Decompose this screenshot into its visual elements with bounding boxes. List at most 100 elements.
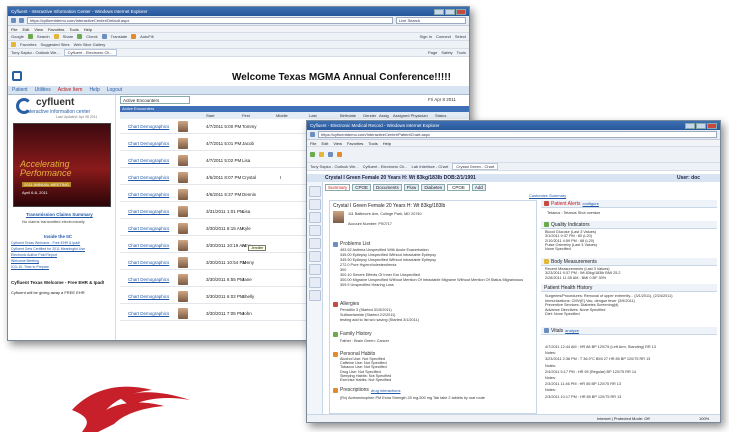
front-search-icon[interactable]: [310, 152, 315, 157]
front-tab-crystal[interactable]: Crystal Green - Chart: [452, 163, 499, 170]
rx-icon[interactable]: [308, 225, 321, 236]
zoom-level[interactable]: 100%: [699, 415, 709, 422]
url-input[interactable]: https://cyfluentdemo.com/InteractiveCent…: [27, 17, 393, 24]
close-button[interactable]: [456, 8, 466, 15]
tab-flow[interactable]: Flow: [403, 184, 420, 191]
inside-link-5[interactable]: ICD-10, Time to Prepare: [11, 265, 49, 269]
welcome-post-title[interactable]: Cyfluent Texas Welcome - Free EHR & Ipad…: [11, 280, 104, 285]
front-tab-cyfluent[interactable]: Cyfluent - Electronic Cli...: [363, 164, 408, 169]
toolbar-autofill[interactable]: AutoFill: [140, 34, 153, 39]
col-last[interactable]: Last: [309, 113, 317, 118]
add-button[interactable]: Add: [471, 184, 486, 191]
front-menu-view[interactable]: View: [333, 141, 342, 146]
front-translate-icon[interactable]: [328, 152, 333, 157]
front-menu-help[interactable]: Help: [383, 141, 391, 146]
front-maximize-button[interactable]: [696, 122, 706, 129]
menu-edit[interactable]: Edit: [22, 27, 29, 32]
analyze-link[interactable]: analyze: [565, 328, 579, 333]
col-physician[interactable]: Assigned Physician: [393, 113, 428, 118]
front-share-icon[interactable]: [319, 152, 324, 157]
back-arrow-icon[interactable]: [11, 18, 16, 23]
tab-select[interactable]: CPOE: [447, 184, 470, 191]
toolbar-signin[interactable]: Sign In: [420, 34, 432, 39]
maximize-button[interactable]: [445, 8, 455, 15]
toolbar-share[interactable]: Share: [63, 34, 74, 39]
check-icon[interactable]: [77, 34, 83, 39]
front-minimize-button[interactable]: [685, 122, 695, 129]
suggested-sites-link[interactable]: Suggested Sites: [40, 42, 69, 47]
col-middle[interactable]: Middle: [276, 113, 288, 118]
nav-logout[interactable]: Logout: [107, 87, 122, 93]
inside-link-2[interactable]: Cyfluent Gets Certified for 2011 Meaning…: [11, 247, 85, 251]
toolbar-check[interactable]: Check: [86, 34, 97, 39]
row-demographics-link[interactable]: Chart Demographics: [128, 277, 169, 282]
col-start[interactable]: Start: [206, 113, 214, 118]
search-input[interactable]: Live Search: [396, 17, 466, 24]
tab-documents[interactable]: Documents: [373, 184, 402, 191]
inside-link-4[interactable]: Welcome Meeting: [11, 259, 39, 263]
settings-icon[interactable]: [308, 290, 321, 301]
front-window-titlebar[interactable]: Cyfluent - Electronic Medical Record - W…: [307, 121, 720, 130]
inside-link-1[interactable]: Cyfluent Texas Welcome - Free EHR & Ipad…: [11, 241, 80, 245]
conference-promo-image[interactable]: Accelerating Performance 2011 ANNUAL MEE…: [13, 123, 111, 207]
star-icon[interactable]: [11, 42, 16, 47]
cmd-tools[interactable]: Tools: [457, 50, 466, 55]
nav-help[interactable]: Help: [89, 87, 99, 93]
toolbar-select[interactable]: Select: [455, 34, 466, 39]
row-demographics-link[interactable]: Chart Demographics: [128, 192, 169, 197]
autofill-icon[interactable]: [131, 34, 137, 39]
front-tab-outlook[interactable]: Tony Sapko - Outlook We...: [310, 164, 359, 169]
tab-diabetes[interactable]: Diabetes: [421, 184, 446, 191]
tab-cyfluent[interactable]: Cyfluent - Electronic Cli...: [63, 49, 117, 56]
tab-outlook[interactable]: Tony Sapko - Outlook We...: [11, 50, 60, 55]
share-icon[interactable]: [53, 34, 59, 39]
nav-utilities[interactable]: Utilities: [35, 87, 51, 93]
customize-summary-link[interactable]: Customize Summary: [529, 193, 566, 198]
menu-view[interactable]: View: [34, 27, 43, 32]
front-url-input[interactable]: https://cyfluentdemo.com/InteractiveCent…: [318, 131, 717, 138]
row-demographics-link[interactable]: Chart Demographics: [128, 226, 169, 231]
menu-tools[interactable]: Tools: [69, 27, 78, 32]
toolbar-google[interactable]: Google: [11, 34, 24, 39]
message-icon[interactable]: [308, 264, 321, 275]
row-demographics-link[interactable]: Chart Demographics: [128, 243, 169, 248]
col-birthdate[interactable]: Birthdate: [340, 113, 356, 118]
forward-arrow-icon[interactable]: [19, 18, 24, 23]
toolbar-connect[interactable]: Connect: [436, 34, 451, 39]
row-demographics-link[interactable]: Chart Demographics: [128, 294, 169, 299]
search-icon[interactable]: [27, 34, 33, 39]
col-first[interactable]: First: [242, 113, 250, 118]
back-window-titlebar[interactable]: Cyfluent - Interactive Information Cente…: [8, 7, 469, 16]
calendar-icon[interactable]: [308, 199, 321, 210]
row-demographics-link[interactable]: Chart Demographics: [128, 209, 169, 214]
toolbar-search[interactable]: Search: [37, 34, 50, 39]
row-demographics-link[interactable]: Chart Demographics: [128, 141, 169, 146]
toolbar-translate[interactable]: Translate: [111, 34, 128, 39]
nav-patient[interactable]: Patient: [12, 87, 28, 93]
claims-summary-title[interactable]: Transmission Claims Summary: [26, 212, 93, 217]
row-demographics-link[interactable]: Chart Demographics: [128, 260, 169, 265]
menu-file[interactable]: File: [11, 27, 17, 32]
col-status[interactable]: Status: [435, 113, 446, 118]
front-close-button[interactable]: [707, 122, 717, 129]
chart-icon[interactable]: [308, 212, 321, 223]
front-autofill-icon[interactable]: [337, 152, 342, 157]
minimize-button[interactable]: [434, 8, 444, 15]
cmd-page[interactable]: Page: [428, 50, 437, 55]
nav-active-item[interactable]: Active Item: [58, 87, 83, 93]
cmd-safety[interactable]: Safety: [441, 50, 452, 55]
front-menu-file[interactable]: File: [310, 141, 316, 146]
front-menu-favorites[interactable]: Favorites: [347, 141, 363, 146]
drug-interactions-link[interactable]: drug interactions: [371, 388, 401, 393]
front-menu-tools[interactable]: Tools: [368, 141, 377, 146]
web-slice-link[interactable]: Web Slice Gallery: [74, 42, 106, 47]
inside-link-3[interactable]: Electronic Author Paid Report: [11, 253, 57, 257]
notes-icon[interactable]: [308, 251, 321, 262]
plus-icon[interactable]: [12, 71, 22, 81]
row-demographics-link[interactable]: Chart Demographics: [128, 175, 169, 180]
row-demographics-link[interactable]: Chart Demographics: [128, 158, 169, 163]
encounter-dropdown[interactable]: Active Encounters: [120, 96, 190, 104]
row-demographics-link[interactable]: Chart Demographics: [128, 124, 169, 129]
menu-favorites[interactable]: Favorites: [48, 27, 64, 32]
patient-icon[interactable]: [308, 186, 321, 197]
